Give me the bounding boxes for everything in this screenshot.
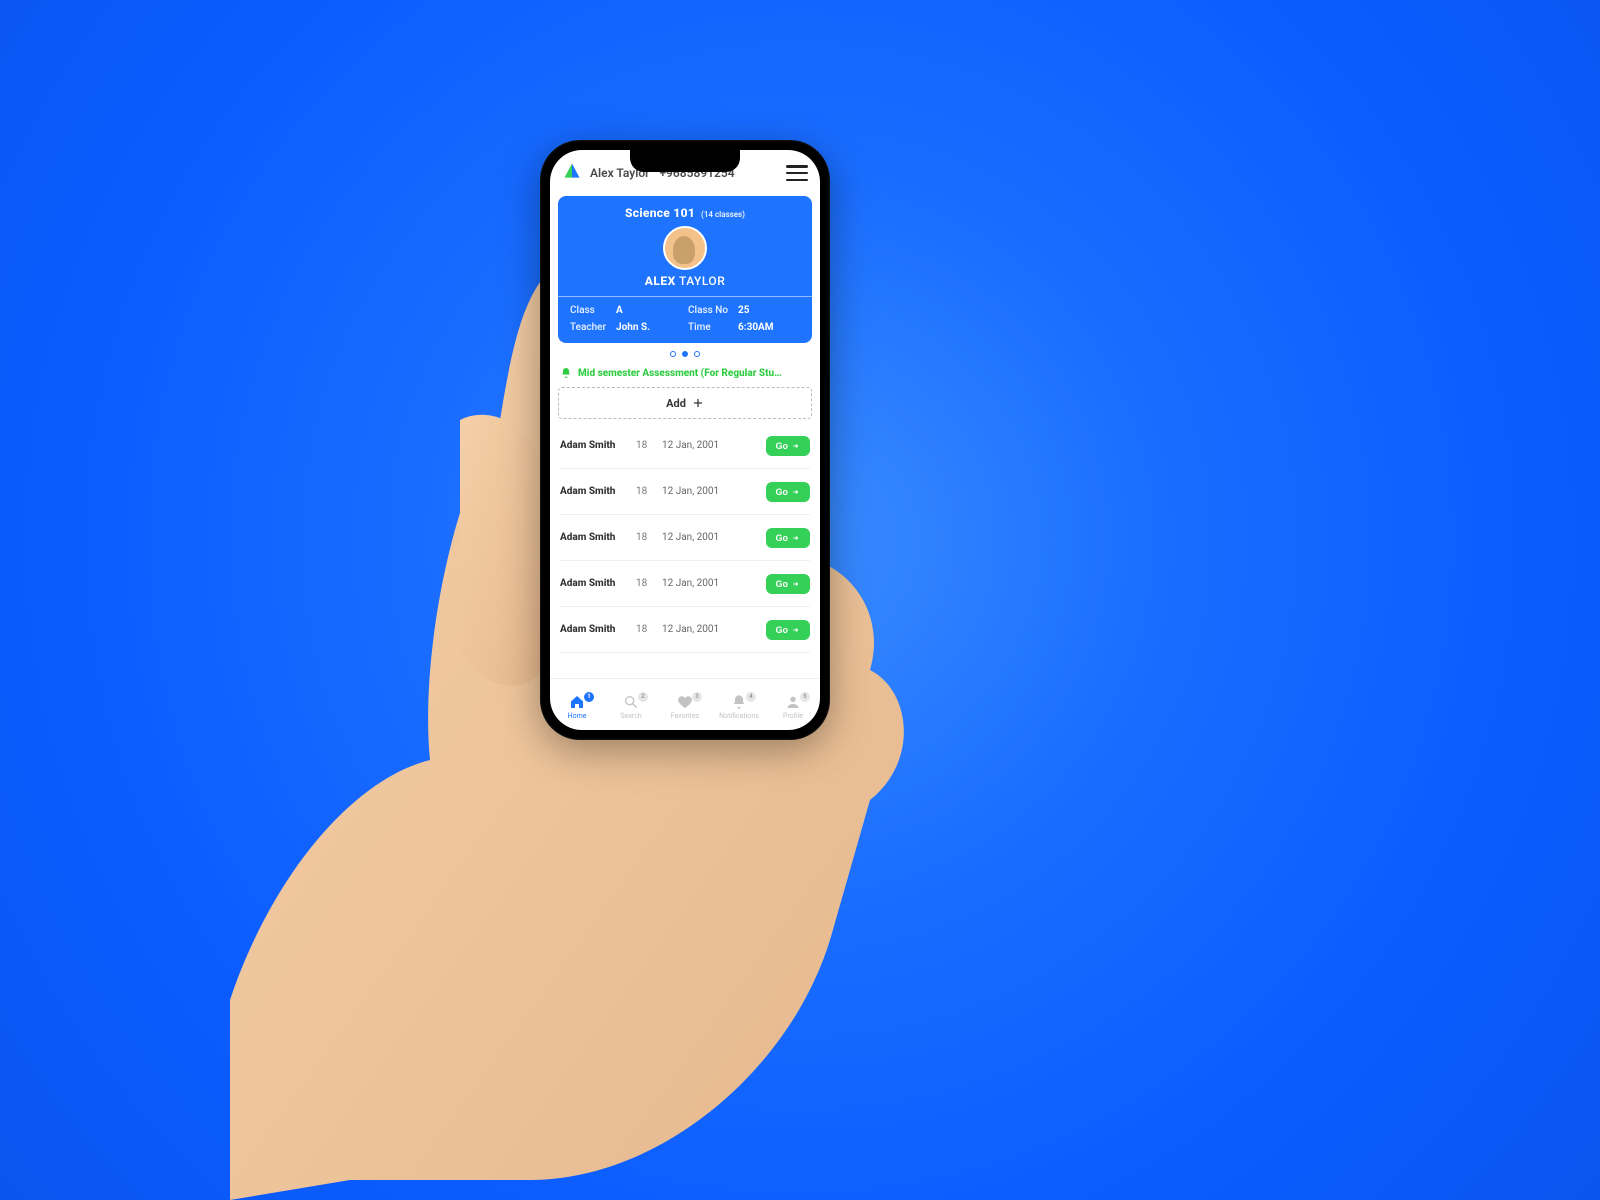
avatar [663,226,707,270]
favorites-icon [677,694,693,710]
tab-badge: 5 [800,692,810,702]
go-button[interactable]: Go [766,436,811,456]
tab-profile[interactable]: 5 Profile [766,694,820,720]
student-name: Adam Smith [560,624,630,635]
bell-icon [560,367,572,379]
app-logo-icon [562,161,582,185]
arrow-right-icon [792,534,800,542]
tab-home[interactable]: 1 Home [550,694,604,720]
arrow-right-icon [792,442,800,450]
tab-badge: 4 [746,692,756,702]
search-icon [623,694,639,710]
teacher-value: John S. [616,322,678,333]
classno-value: 25 [738,305,800,316]
student-dob: 12 Jan, 2001 [662,578,760,589]
announcement-text: Mid semester Assessment (For Regular Stu… [578,368,782,379]
tab-label: Home [568,712,587,720]
course-title: Science 101 [625,206,695,220]
student-name: Adam Smith [560,486,630,497]
pager-dot[interactable] [682,351,688,357]
student-age: 18 [636,440,656,451]
menu-button[interactable] [786,165,808,181]
tab-notifications[interactable]: 4 Notifications [712,694,766,720]
pager-dot[interactable] [670,351,676,357]
classno-label: Class No [688,305,728,316]
student-dob: 12 Jan, 2001 [662,486,760,497]
class-value: A [616,305,678,316]
tab-label: Notifications [719,712,759,720]
go-button[interactable]: Go [766,482,811,502]
tab-badge: 3 [692,692,702,702]
profile-icon [785,694,801,710]
tab-label: Profile [783,712,803,720]
tab-favorites[interactable]: 3 Favorites [658,694,712,720]
arrow-right-icon [792,580,800,588]
add-button[interactable]: Add [558,387,812,419]
student-dob: 12 Jan, 2001 [662,440,760,451]
tab-label: Search [620,712,642,720]
student-dob: 12 Jan, 2001 [662,532,760,543]
go-button[interactable]: Go [766,574,811,594]
student-list: Adam Smith 18 12 Jan, 2001 Go Adam Smith 18 1… [550,419,820,678]
go-button[interactable]: Go [766,528,811,548]
announcement-banner[interactable]: Mid semester Assessment (For Regular Stu… [550,365,820,387]
student-age: 18 [636,578,656,589]
add-label: Add [666,397,686,410]
arrow-right-icon [792,626,800,634]
student-name: Adam Smith [560,578,630,589]
plus-icon [692,397,704,409]
course-info-grid: Class A Class No 25 Teacher John S. Time… [558,297,812,343]
home-icon [569,694,585,710]
card-user-name: ALEX TAYLOR [568,274,802,288]
tab-badge: 1 [584,692,594,702]
student-name: Adam Smith [560,440,630,451]
student-name: Adam Smith [560,532,630,543]
phone-notch [630,150,740,172]
pager-dot[interactable] [694,351,700,357]
course-subtitle: (14 classes) [701,210,745,219]
bottom-tabbar: 1 Home 2 Search 3 Favorites 4 Notifications 5 Pro… [550,678,820,730]
teacher-label: Teacher [570,322,606,333]
notifications-icon [731,694,747,710]
student-row: Adam Smith 18 12 Jan, 2001 Go [560,423,810,469]
tab-search[interactable]: 2 Search [604,694,658,720]
class-label: Class [570,305,606,316]
pager-dots[interactable] [550,343,820,365]
student-age: 18 [636,624,656,635]
phone-frame: Alex Taylor +9685891254 Science 101 (14 … [540,140,830,740]
student-age: 18 [636,486,656,497]
tab-label: Favorites [671,712,700,720]
app-screen: Alex Taylor +9685891254 Science 101 (14 … [550,150,820,730]
course-card[interactable]: Science 101 (14 classes) ALEX TAYLOR Cla… [558,196,812,343]
arrow-right-icon [792,488,800,496]
student-age: 18 [636,532,656,543]
student-row: Adam Smith 18 12 Jan, 2001 Go [560,607,810,653]
time-value: 6:30AM [738,322,800,333]
tab-badge: 2 [638,692,648,702]
student-row: Adam Smith 18 12 Jan, 2001 Go [560,469,810,515]
go-button[interactable]: Go [766,620,811,640]
time-label: Time [688,322,728,333]
student-dob: 12 Jan, 2001 [662,624,760,635]
student-row: Adam Smith 18 12 Jan, 2001 Go [560,561,810,607]
student-row: Adam Smith 18 12 Jan, 2001 Go [560,515,810,561]
